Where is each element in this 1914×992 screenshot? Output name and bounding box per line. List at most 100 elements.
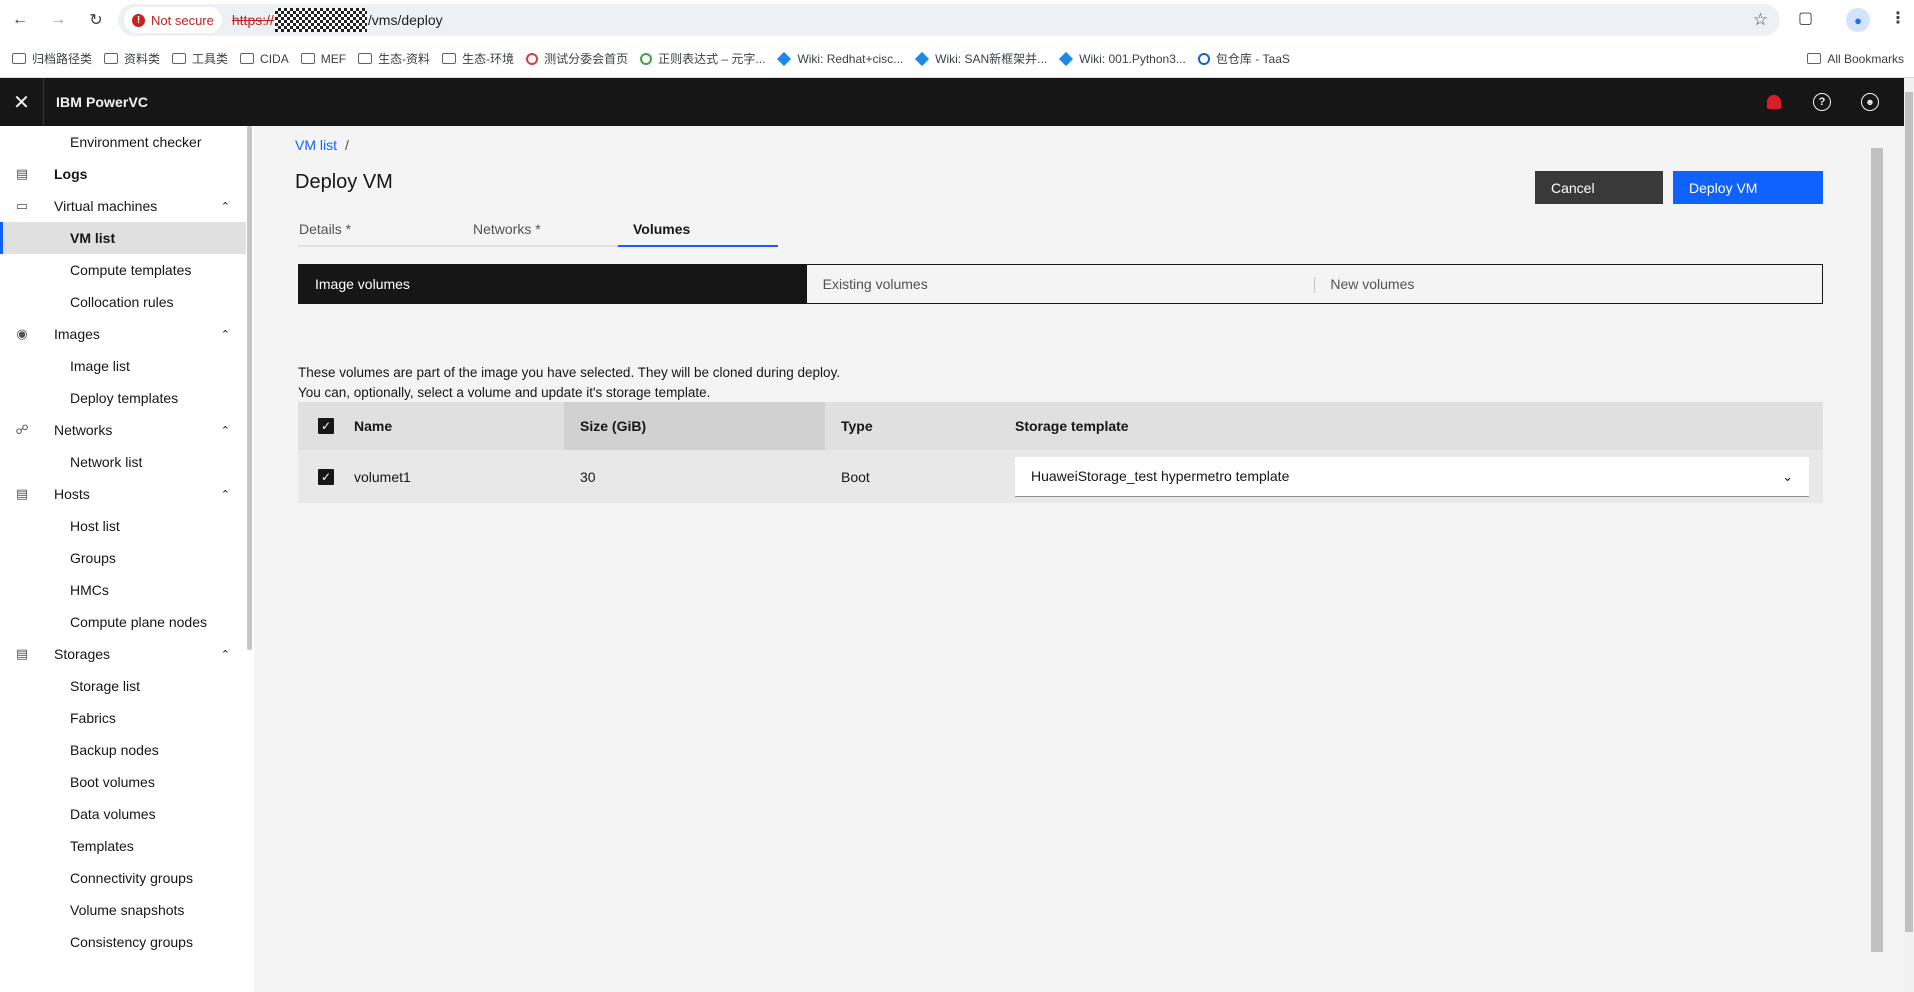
sidebar-item-volume-snapshots[interactable]: Volume snapshots (0, 894, 246, 926)
bookmark-label: 包仓库 - TaaS (1215, 52, 1290, 66)
back-arrow-icon[interactable]: ← (8, 8, 32, 32)
warning-icon: ! (132, 13, 145, 27)
sidebar-item-data-volumes[interactable]: Data volumes (0, 798, 246, 830)
profile-icon[interactable]: ● (1846, 8, 1870, 32)
star-icon[interactable]: ☆ (1753, 10, 1768, 30)
sidebar-item-consistency-groups[interactable]: Consistency groups (0, 926, 246, 958)
tab-details[interactable]: Details * (298, 212, 458, 247)
bookmark-label: 测试分委会首页 (544, 52, 629, 66)
column-header-name[interactable]: Name (354, 402, 564, 450)
sidebar-item-compute-templates[interactable]: Compute templates (0, 254, 246, 286)
bookmark-item[interactable]: 归档路径类 (12, 50, 92, 67)
column-header-size[interactable]: Size (GiB) (564, 402, 825, 450)
notification-icon[interactable] (1750, 78, 1798, 126)
bookmark-item[interactable]: Wiki: 001.Python3... (1059, 51, 1186, 66)
image-volumes-table: ✓ Name Size (GiB) Type Storage template … (298, 402, 1823, 503)
bookmark-item[interactable]: 正则表达式 – 元字... (640, 50, 765, 67)
sidebar-item-images[interactable]: ◉ Images ⌃ (0, 318, 246, 350)
sidebar-item-templates[interactable]: Templates (0, 830, 246, 862)
sidebar-item-host-list[interactable]: Host list (0, 510, 246, 542)
bookmark-item[interactable]: Wiki: SAN新框架并... (915, 50, 1047, 67)
chevron-up-icon[interactable]: ⌃ (221, 488, 230, 501)
page-scrollbar[interactable] (1905, 92, 1913, 932)
switcher-new-volumes[interactable]: New volumes (1314, 265, 1822, 303)
sidebar-item-label: HMCs (70, 582, 109, 598)
extensions-icon[interactable]: ▢ (1798, 8, 1813, 28)
browser-toolbar: ← → ↻ ! Not secure https:// /vms/deploy … (0, 0, 1914, 40)
switcher-image-volumes[interactable]: Image volumes (299, 265, 807, 303)
sidebar-scrollbar[interactable] (247, 126, 252, 650)
column-header-storage-template[interactable]: Storage template (1015, 402, 1823, 450)
close-icon[interactable]: ✕ (0, 78, 44, 126)
tab-volumes[interactable]: Volumes (618, 212, 778, 247)
bookmark-item[interactable]: 包仓库 - TaaS (1197, 50, 1290, 67)
sidebar-item-label: Data volumes (70, 806, 156, 822)
storage-template-value: HuaweiStorage_test hypermetro template (1031, 468, 1290, 484)
tab-networks[interactable]: Networks * (458, 212, 618, 247)
security-chip[interactable]: ! Not secure (124, 7, 222, 33)
sidebar-item-hosts[interactable]: ▤ Hosts ⌃ (0, 478, 246, 510)
address-bar[interactable]: ! Not secure https:// /vms/deploy ☆ (118, 4, 1780, 36)
sidebar-item-storage-list[interactable]: Storage list (0, 670, 246, 702)
storage-template-select[interactable]: HuaweiStorage_test hypermetro template ⌄ (1015, 456, 1809, 497)
column-header-type[interactable]: Type (825, 402, 1015, 450)
main-scrollbar[interactable] (1871, 148, 1883, 952)
bookmark-item[interactable]: 工具类 (172, 50, 228, 67)
select-all-checkbox[interactable]: ✓ (318, 418, 334, 434)
bookmark-item[interactable]: 生态-环境 (442, 50, 514, 67)
help-icon[interactable]: ? (1798, 78, 1846, 126)
chevron-up-icon[interactable]: ⌃ (221, 200, 230, 213)
chevron-up-icon[interactable]: ⌃ (221, 424, 230, 437)
breadcrumb: VM list / (295, 137, 349, 153)
sidebar-item-network-list[interactable]: Network list (0, 446, 246, 478)
sidebar-item-label: Image list (70, 358, 130, 374)
sidebar-item-fabrics[interactable]: Fabrics (0, 702, 246, 734)
sidebar-item-deploy-templates[interactable]: Deploy templates (0, 382, 246, 414)
forward-arrow-icon[interactable]: → (46, 8, 70, 32)
bookmark-label: Wiki: Redhat+cisc... (797, 51, 904, 66)
bookmark-item[interactable]: 资料类 (104, 50, 160, 67)
folder-icon (358, 53, 373, 64)
sidebar-item-backup-nodes[interactable]: Backup nodes (0, 734, 246, 766)
wiki-icon (1059, 51, 1074, 66)
bookmark-item[interactable]: 生态-资料 (358, 50, 430, 67)
sidebar-item-label: Boot volumes (70, 774, 155, 790)
folder-icon (300, 53, 315, 64)
sidebar-item-groups[interactable]: Groups (0, 542, 246, 574)
all-bookmarks[interactable]: All Bookmarks (1807, 52, 1904, 66)
sidebar-item-networks[interactable]: ☍ Networks ⌃ (0, 414, 246, 446)
logs-icon: ▤ (15, 166, 29, 181)
menu-icon[interactable]: ⋮ (1890, 8, 1906, 28)
description-line-1: These volumes are part of the image you … (298, 365, 841, 380)
cancel-button[interactable]: Cancel (1535, 171, 1663, 204)
sidebar-item-label: Hosts (54, 486, 90, 502)
sidebar-item-virtual-machines[interactable]: ▭ Virtual machines ⌃ (0, 190, 246, 222)
sidebar-item-connectivity-groups[interactable]: Connectivity groups (0, 862, 246, 894)
sidebar-item-logs[interactable]: ▤ Logs (0, 158, 246, 190)
reload-icon[interactable]: ↻ (84, 8, 108, 32)
chevron-up-icon[interactable]: ⌃ (221, 648, 230, 661)
bookmark-item[interactable]: MEF (300, 52, 346, 66)
chevron-up-icon[interactable]: ⌃ (221, 328, 230, 341)
sidebar-item-boot-volumes[interactable]: Boot volumes (0, 766, 246, 798)
bookmark-label: 资料类 (124, 52, 161, 66)
user-icon[interactable]: ☻ (1846, 78, 1894, 126)
sidebar-item-collocation-rules[interactable]: Collocation rules (0, 286, 246, 318)
sidebar-item-environment-checker[interactable]: Environment checker (0, 126, 246, 158)
app-header: ✕ IBM PowerVC ? ☻ (0, 78, 1904, 126)
sidebar-item-compute-plane-nodes[interactable]: Compute plane nodes (0, 606, 246, 638)
storage-icon: ▤ (15, 646, 29, 661)
bookmark-item[interactable]: 测试分委会首页 (526, 50, 628, 67)
table-row[interactable]: ✓ volumet1 30 Boot HuaweiStorage_test hy… (298, 450, 1823, 503)
bookmark-item[interactable]: Wiki: Redhat+cisc... (777, 51, 904, 66)
switcher-existing-volumes[interactable]: Existing volumes (807, 265, 1315, 303)
breadcrumb-vm-list-link[interactable]: VM list (295, 137, 337, 153)
sidebar-item-label: Storages (54, 646, 111, 662)
sidebar-item-storages[interactable]: ▤ Storages ⌃ (0, 638, 246, 670)
deploy-vm-button[interactable]: Deploy VM (1673, 171, 1823, 204)
sidebar-item-hmcs[interactable]: HMCs (0, 574, 246, 606)
bookmark-item[interactable]: CIDA (240, 52, 289, 66)
sidebar-item-vm-list[interactable]: VM list (0, 222, 246, 254)
sidebar-item-image-list[interactable]: Image list (0, 350, 246, 382)
row-checkbox[interactable]: ✓ (318, 468, 334, 485)
